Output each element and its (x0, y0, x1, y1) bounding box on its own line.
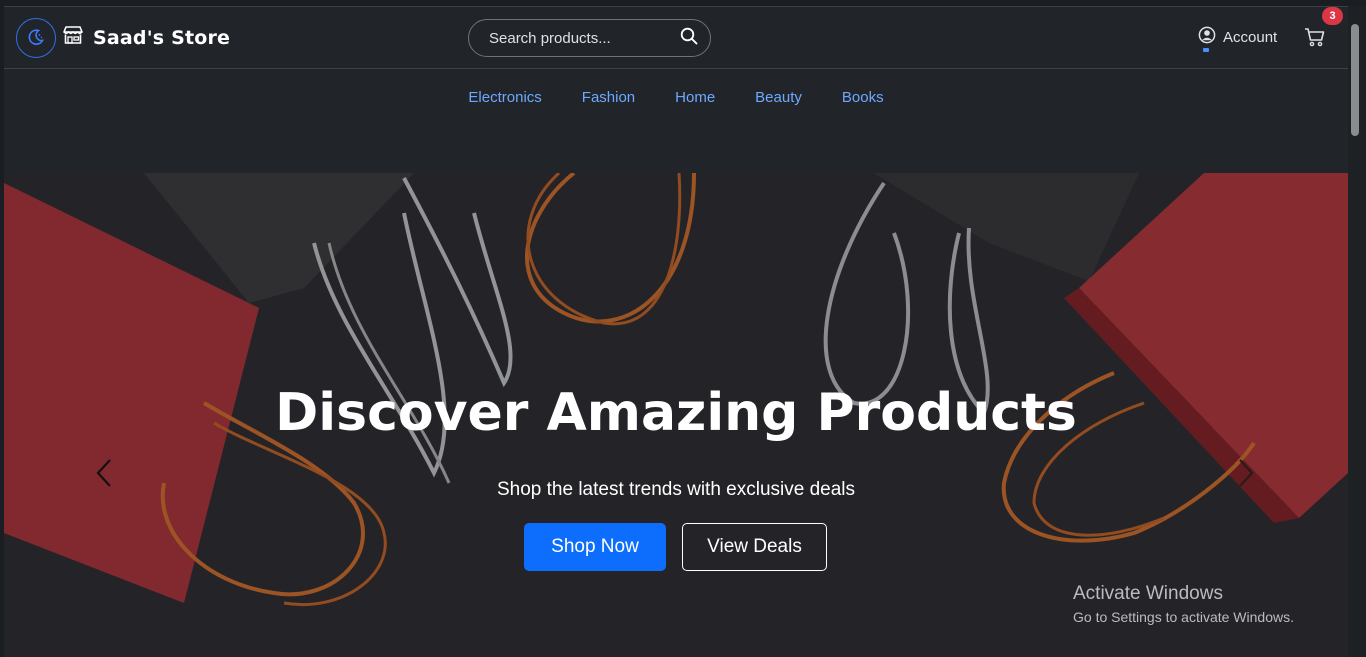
search-icon (680, 27, 698, 50)
search-input[interactable] (489, 29, 669, 47)
watermark-subtitle: Go to Settings to activate Windows. (1073, 609, 1294, 625)
chevron-left-icon (94, 458, 114, 491)
hero-subtitle: Shop the latest trends with exclusive de… (496, 479, 856, 500)
carousel-next-button[interactable] (1236, 456, 1260, 492)
top-navbar: Saad's Store Account 3 (4, 7, 1348, 69)
watermark-title: Activate Windows (1073, 583, 1223, 604)
shop-now-button[interactable]: Shop Now (524, 523, 666, 571)
brand-name: Saad's Store (93, 26, 231, 49)
account-link[interactable]: Account (1198, 26, 1278, 52)
category-link-home[interactable]: Home (675, 89, 715, 173)
account-label: Account (1223, 28, 1278, 46)
browser-viewport: Saad's Store Account 3 Electronics (4, 6, 1348, 657)
scrollbar-thumb[interactable] (1351, 24, 1359, 136)
dropdown-indicator (1203, 48, 1209, 52)
chevron-right-icon (1236, 458, 1256, 491)
hero-title: Discover Amazing Products (275, 383, 1077, 443)
theme-toggle-button[interactable] (16, 18, 56, 58)
category-link-beauty[interactable]: Beauty (755, 89, 802, 173)
search-bar (468, 19, 711, 57)
store-icon (62, 25, 84, 50)
category-link-fashion[interactable]: Fashion (582, 89, 635, 173)
search-button[interactable] (680, 27, 698, 50)
view-deals-button[interactable]: View Deals (682, 523, 827, 571)
cart-icon (1304, 28, 1326, 51)
moon-icon (27, 28, 45, 49)
brand-link[interactable]: Saad's Store (62, 25, 230, 50)
category-link-books[interactable]: Books (842, 89, 884, 173)
activate-windows-watermark: Activate Windows Go to Settings to activ… (1073, 583, 1294, 625)
user-circle-icon (1198, 26, 1216, 48)
category-link-electronics[interactable]: Electronics (468, 89, 541, 173)
cart-button[interactable] (1304, 27, 1326, 52)
category-nav: Electronics Fashion Home Beauty Books (4, 69, 1348, 173)
page-scrollbar[interactable] (1348, 6, 1366, 657)
cart-count-badge: 3 (1322, 7, 1343, 25)
carousel-prev-button[interactable] (94, 456, 118, 492)
